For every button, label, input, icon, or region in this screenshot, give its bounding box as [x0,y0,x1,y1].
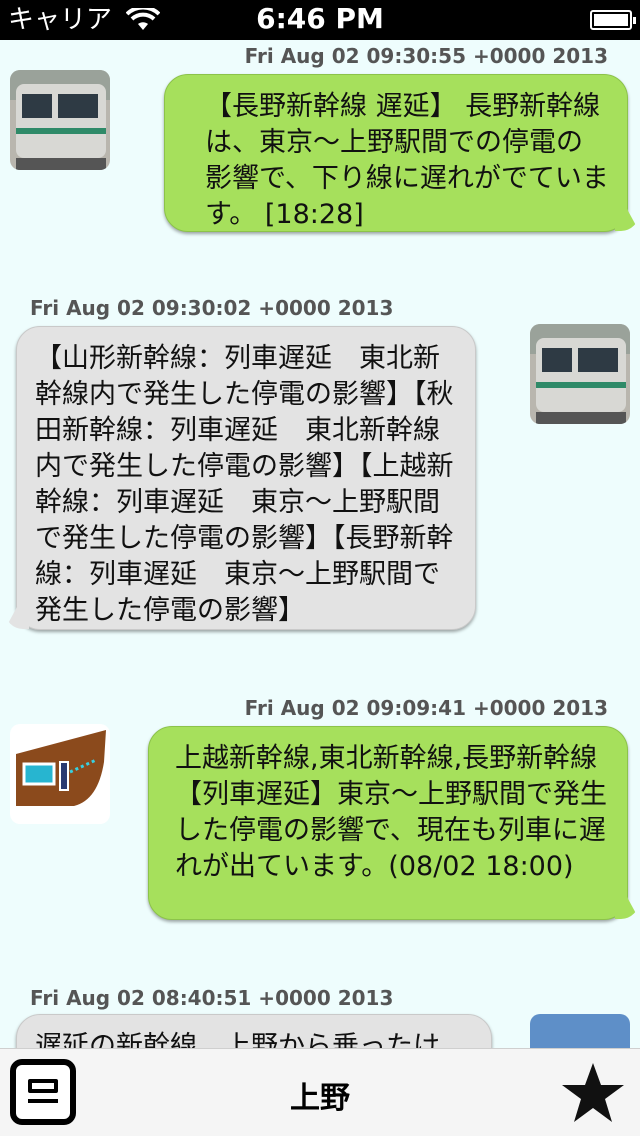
scenery-avatar-icon [530,1014,630,1048]
message-text: 【長野新幹線 遅延】 長野新幹線は、東京〜上野駅間での停電の影響で、下り線に遅れ… [205,91,609,230]
avatar[interactable] [530,1014,630,1048]
message-bubble[interactable]: 【長野新幹線 遅延】 長野新幹線は、東京〜上野駅間での停電の影響で、下り線に遅れ… [164,74,628,232]
train-avatar-icon [530,324,630,424]
toolbar-title: 上野 [290,1081,350,1116]
message-timestamp: Fri Aug 02 09:30:55 +0000 2013 [244,44,608,68]
bottom-toolbar: 上野 [0,1048,640,1136]
status-bar: キャリア 6:46 PM [0,0,640,40]
avatar[interactable] [10,724,110,824]
avatar[interactable] [530,324,630,424]
message-bubble[interactable]: 【山形新幹線：列車遅延 東北新幹線内で発生した停電の影響】【秋田新幹線：列車遅延… [16,326,476,630]
status-time: 6:46 PM [256,2,384,35]
message-bubble[interactable]: 上越新幹線,東北新幹線,長野新幹線【列車遅延】東京〜上野駅間で発生した停電の影響… [148,726,628,920]
star-icon[interactable] [560,1061,626,1125]
message-timestamp: Fri Aug 02 09:09:41 +0000 2013 [244,696,608,720]
message-text: 【山形新幹線：列車遅延 東北新幹線内で発生した停電の影響】【秋田新幹線：列車遅延… [35,343,454,626]
avatar[interactable] [10,70,110,170]
message-timestamp: Fri Aug 02 08:40:51 +0000 2013 [30,986,394,1010]
battery-icon [590,10,636,30]
app-logo-icon [16,730,106,806]
message-timestamp: Fri Aug 02 09:30:02 +0000 2013 [30,296,394,320]
message-text: 遅延の新幹線、上野から乗ったけ [35,1031,440,1048]
train-avatar-icon [10,70,110,170]
message-bubble[interactable]: 遅延の新幹線、上野から乗ったけ [16,1014,492,1048]
message-feed[interactable]: Fri Aug 02 09:30:55 +0000 2013 【長野新幹線 遅延… [0,40,640,1048]
message-text: 上越新幹線,東北新幹線,長野新幹線【列車遅延】東京〜上野駅間で発生した停電の影響… [175,743,607,882]
